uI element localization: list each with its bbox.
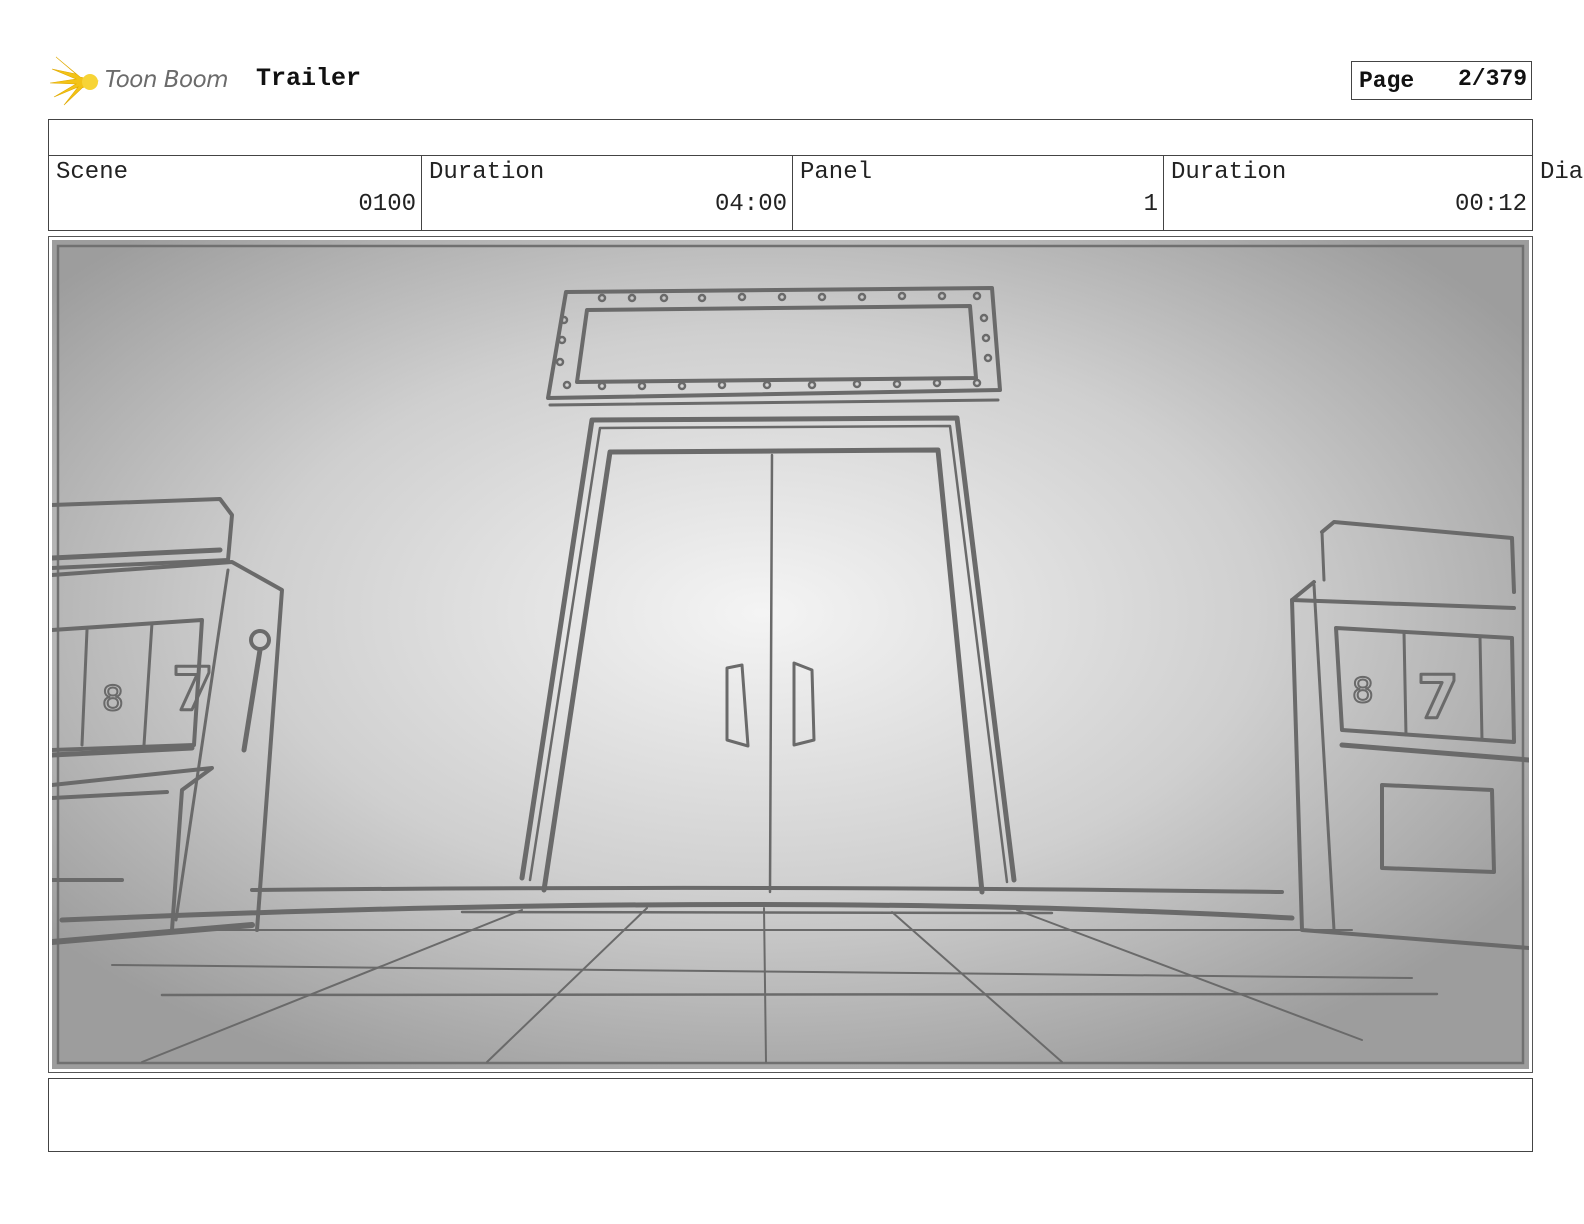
slot-symbol-right-eight: 8	[1352, 671, 1374, 711]
panel-duration-label: Duration	[1171, 159, 1287, 186]
scene-duration-cell: Duration 04:00	[421, 155, 792, 230]
scene-duration-label: Duration	[429, 159, 545, 186]
scene-cell: Scene 0100	[49, 155, 421, 230]
panel-cell: Panel 1	[792, 155, 1163, 230]
page-indicator: Page 2/379	[1351, 61, 1532, 100]
document-title: Trailer	[256, 64, 362, 93]
toon-boom-logo-icon	[50, 56, 99, 106]
panel-value: 1	[1143, 191, 1158, 218]
panel-notes-box	[48, 1078, 1533, 1152]
page-number: 2/379	[1457, 66, 1527, 92]
slot-symbol-right-seven: 7	[1417, 663, 1459, 733]
scene-label: Scene	[56, 159, 129, 186]
brand-name: Toon Boom	[105, 67, 229, 93]
panel-sketch: 7 8 7 8	[52, 240, 1529, 1069]
scene-duration-value: 04:00	[714, 191, 787, 218]
toon-boom-logo: Toon Boom	[50, 55, 245, 107]
slot-symbol-left-eight: 8	[102, 679, 124, 719]
dialog-label-clipped: Dia	[1540, 159, 1584, 186]
slot-symbol-left-seven: 7	[172, 655, 214, 725]
panel-duration-cell: Duration 00:12	[1163, 155, 1532, 230]
scene-value: 0100	[358, 191, 416, 218]
scene-info-row: Scene 0100 Duration 04:00 Panel 1 Durati…	[48, 155, 1533, 231]
storyboard-panel: 7 8 7 8	[48, 236, 1533, 1073]
panel-duration-value: 00:12	[1454, 191, 1527, 218]
panel-label: Panel	[800, 159, 873, 186]
header-strip	[48, 119, 1533, 156]
page-label: Page	[1359, 68, 1415, 94]
